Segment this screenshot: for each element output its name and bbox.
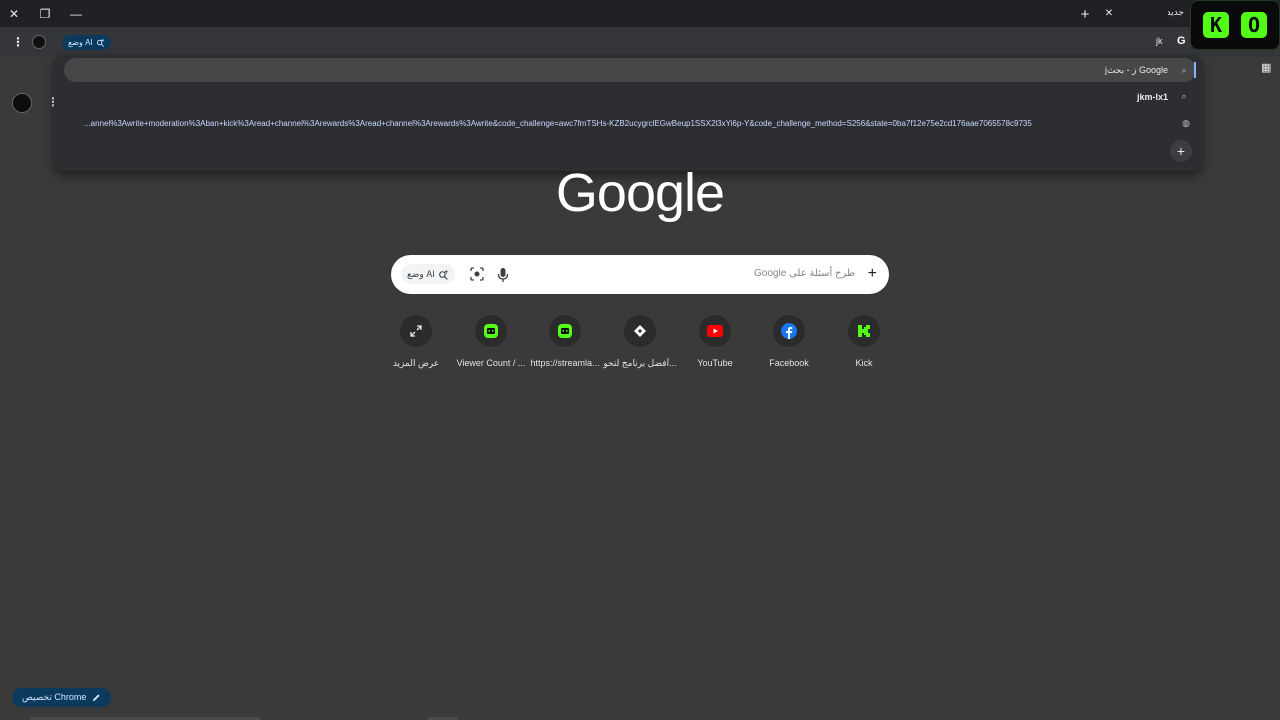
shortcut-facebook[interactable]: Facebook bbox=[749, 315, 829, 368]
omnibox-dropdown: jز - بحث Google ⌕ jkm-lx1 ⌕ ...annel%3Aw… bbox=[54, 55, 1202, 171]
plus-icon[interactable]: + bbox=[868, 266, 877, 282]
shortcut-streamlabs[interactable]: https://streamla... bbox=[525, 315, 605, 368]
globe-icon: ◍ bbox=[1182, 118, 1190, 128]
suggestion-text: jز - بحث Google bbox=[1104, 65, 1168, 75]
lens-camera-icon[interactable] bbox=[470, 267, 484, 281]
search-box[interactable]: + طرح أسئلة على Google وضع AI bbox=[391, 255, 889, 294]
customize-chrome-button[interactable]: تخصيص Chrome bbox=[12, 688, 112, 707]
shortcut-kick[interactable]: Kick bbox=[824, 315, 904, 368]
youtube-icon bbox=[699, 315, 731, 347]
tab-close-button[interactable]: ✕ bbox=[1099, 4, 1119, 24]
restore-icon: ❐ bbox=[39, 7, 51, 21]
omnibox-suggestion-1[interactable]: jز - بحث Google ⌕ bbox=[1105, 65, 1190, 76]
search-placeholder: طرح أسئلة على Google bbox=[754, 268, 855, 279]
new-tab-button[interactable]: + bbox=[1075, 4, 1095, 24]
url-text: ...annel%3Awrite+moderation%3Aban+kick%3… bbox=[84, 119, 1032, 128]
close-window-button[interactable]: ✕ bbox=[4, 4, 24, 24]
shortcut-label: أفضل برنامج لتحو... bbox=[603, 358, 677, 368]
streamlabs-icon bbox=[624, 315, 656, 347]
plus-icon: + bbox=[1080, 5, 1090, 23]
close-icon: ✕ bbox=[1104, 8, 1114, 19]
suggestion-text: jkm-lx1 bbox=[1136, 91, 1168, 102]
tab-title[interactable]: جديدة bbox=[1168, 7, 1184, 18]
kick-letter-o: O bbox=[1241, 12, 1267, 38]
kick-bot-icon bbox=[549, 315, 581, 347]
omnibox-url-suggestion[interactable]: ...annel%3Awrite+moderation%3Aban+kick%3… bbox=[84, 118, 1192, 129]
shortcut-viewer-count[interactable]: Viewer Count / ... bbox=[451, 315, 531, 368]
minimize-icon: — bbox=[70, 7, 82, 21]
sparkle-search-icon bbox=[96, 38, 105, 47]
google-logo: Google bbox=[555, 163, 725, 223]
shortcut-label: عرض المزيد bbox=[392, 358, 440, 368]
shortcut-label: https://streamla... bbox=[530, 358, 600, 368]
shortcut-show-more[interactable]: عرض المزيد bbox=[376, 315, 456, 369]
shortcut-label: Kick bbox=[855, 358, 873, 368]
ai-mode-label: وضع AI bbox=[68, 38, 93, 47]
ai-mode-label: وضع AI bbox=[407, 268, 435, 279]
expand-icon bbox=[400, 315, 432, 347]
toolbar bbox=[0, 27, 1280, 57]
shortcut-best-program[interactable]: أفضل برنامج لتحو... bbox=[600, 315, 680, 369]
minimize-window-button[interactable]: — bbox=[66, 4, 86, 24]
kick-bot-icon bbox=[475, 315, 507, 347]
google-extension-icon[interactable]: G bbox=[1177, 35, 1189, 49]
customize-label: تخصيص Chrome bbox=[22, 692, 87, 702]
shortcut-label: Viewer Count / ... bbox=[456, 358, 526, 368]
shortcut-youtube[interactable]: YouTube bbox=[675, 315, 755, 368]
kick-icon bbox=[848, 315, 880, 347]
sparkle-search-icon bbox=[438, 269, 449, 280]
shortcut-label: Facebook bbox=[769, 358, 809, 368]
add-button[interactable]: + bbox=[1170, 140, 1192, 162]
close-icon: ✕ bbox=[8, 7, 20, 21]
avatar[interactable] bbox=[12, 93, 32, 113]
kick-overlay-logo: K O bbox=[1190, 0, 1280, 50]
search-icon: ⌕ bbox=[1181, 65, 1187, 75]
kick-letter-k: K bbox=[1203, 12, 1229, 38]
menu-kebab-icon[interactable]: ⋮ bbox=[12, 36, 24, 48]
text-caret bbox=[1194, 62, 1196, 78]
extension-label[interactable]: jk bbox=[1156, 36, 1163, 46]
facebook-icon bbox=[773, 315, 805, 347]
title-bar: ✕ ❐ — + ✕ جديدة bbox=[0, 0, 1280, 27]
profile-avatar[interactable] bbox=[32, 35, 46, 49]
shortcut-label: YouTube bbox=[697, 358, 733, 368]
omnibox-suggestion-2[interactable]: jkm-lx1 ⌕ bbox=[1137, 91, 1190, 102]
ai-mode-chip[interactable]: وضع AI bbox=[62, 35, 111, 50]
ai-mode-button[interactable]: وضع AI bbox=[401, 264, 455, 284]
pencil-icon bbox=[93, 694, 101, 702]
omnibox-input[interactable] bbox=[64, 58, 1196, 82]
apps-grid-icon[interactable]: ▦ bbox=[1261, 61, 1271, 74]
restore-window-button[interactable]: ❐ bbox=[35, 4, 55, 24]
search-icon: ⌕ bbox=[1181, 91, 1187, 101]
microphone-icon[interactable] bbox=[496, 267, 510, 283]
